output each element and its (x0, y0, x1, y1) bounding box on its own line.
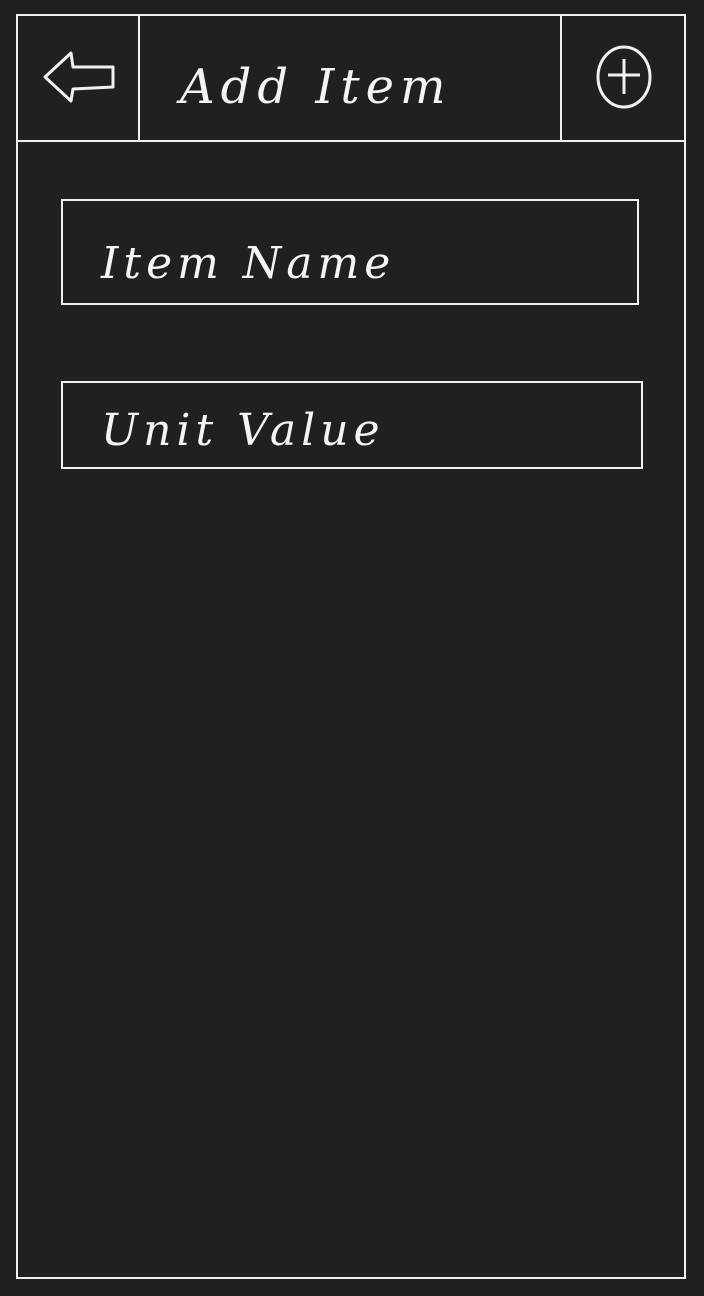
plus-circle-icon (596, 45, 652, 109)
unit-value-input[interactable]: Unit Value (61, 381, 643, 469)
add-button[interactable] (560, 14, 686, 140)
title-area: Add Item (140, 14, 560, 140)
back-button[interactable] (16, 14, 140, 140)
page-title: Add Item (180, 59, 452, 115)
top-app-bar: Add Item (16, 14, 686, 142)
back-arrow-icon (43, 51, 115, 103)
item-name-placeholder: Item Name (101, 237, 396, 289)
item-name-input[interactable]: Item Name (61, 199, 639, 305)
unit-value-placeholder: Unit Value (101, 404, 385, 456)
